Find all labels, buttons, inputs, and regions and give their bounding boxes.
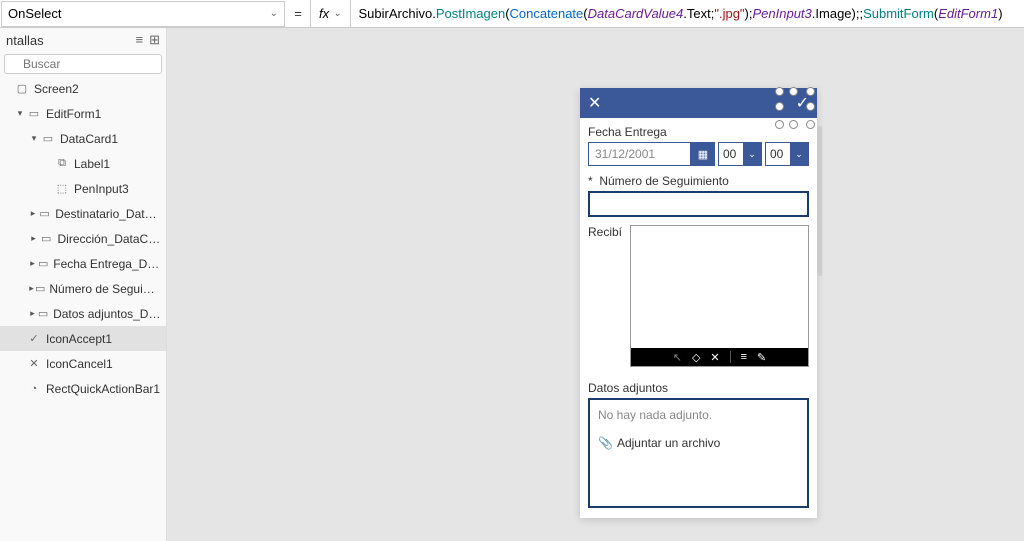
- pen-input[interactable]: ↖ ◇ ✕ ≡ ✎: [630, 225, 809, 367]
- pen-lines-icon[interactable]: ≡: [741, 351, 747, 363]
- tree-node-icon: ▭: [37, 306, 49, 322]
- property-dropdown[interactable]: OnSelect ⌄: [1, 1, 285, 27]
- tree-node-icon: ⧉: [54, 156, 70, 172]
- numseg-input[interactable]: [588, 191, 809, 217]
- tree-item[interactable]: ▸▭ Número de Seguimiento_DataCard1: [0, 276, 166, 301]
- minute-value: 00: [766, 143, 790, 165]
- tree-node-label: Label1: [74, 157, 110, 171]
- hour-select[interactable]: 00 ⌄: [718, 142, 762, 166]
- tree-item[interactable]: ▾▭ DataCard1: [0, 126, 166, 151]
- tree-node-icon: ▭: [35, 281, 45, 297]
- canvas[interactable]: ✕ ✓ Fecha Entrega 31/12/2001 ▦ 00 ⌄: [167, 28, 1024, 541]
- tree-item[interactable]: ▸▭ Dirección_DataCard1: [0, 226, 166, 251]
- panel-title: ntallas: [6, 33, 44, 48]
- tree-node-label: RectQuickActionBar1: [46, 382, 160, 396]
- pen-eraser-icon[interactable]: ◇: [692, 351, 700, 364]
- tree-node-label: Datos adjuntos_DataCard1: [53, 307, 162, 321]
- tree-node-label: Dirección_DataCard1: [58, 232, 163, 246]
- hour-value: 00: [719, 143, 743, 165]
- date-value: 31/12/2001: [588, 142, 691, 166]
- chevron-down-icon: ⌄: [743, 143, 761, 165]
- pen-cursor-icon[interactable]: ↖: [673, 351, 682, 364]
- tree-panel: ntallas ≡ ⊞ ⌕ ▢Screen2▾▭EditForm1▾▭DataC…: [0, 28, 167, 541]
- recibi-row: Recibí ↖ ◇ ✕ ≡ ✎: [588, 225, 809, 367]
- tree-node-label: Screen2: [34, 82, 79, 96]
- selection-handles[interactable]: [775, 87, 815, 129]
- tree-item[interactable]: ◔ RectQuickActionBar1: [0, 376, 166, 401]
- tree-node-icon: ▭: [39, 231, 54, 247]
- grid-view-icon[interactable]: ⊞: [149, 32, 160, 48]
- attach-link-label: Adjuntar un archivo: [617, 436, 720, 450]
- form-header: ✕ ✓: [580, 88, 817, 118]
- tree-node-icon: ▭: [26, 106, 42, 122]
- fx-button[interactable]: fx ⌄: [310, 0, 351, 27]
- calendar-icon[interactable]: ▦: [691, 142, 715, 166]
- chevron-down-icon: ⌄: [270, 8, 278, 19]
- tree-item[interactable]: ▸▭ Datos adjuntos_DataCard1: [0, 301, 166, 326]
- tree-node-label: Fecha Entrega_DataCard1: [53, 257, 162, 271]
- attachments-box[interactable]: No hay nada adjunto. 📎 Adjuntar un archi…: [588, 398, 809, 508]
- chevron-down-icon: ⌄: [333, 8, 341, 19]
- formula-input[interactable]: SubirArchivo.PostImagen(Concatenate(Data…: [351, 6, 1024, 22]
- attachments-empty: No hay nada adjunto.: [598, 408, 799, 422]
- tree-toggle[interactable]: ▸: [28, 308, 37, 319]
- tree-node-label: IconAccept1: [46, 332, 112, 346]
- pen-draw-icon[interactable]: ✎: [757, 351, 766, 364]
- search-input[interactable]: [4, 54, 162, 74]
- datos-label: Datos adjuntos: [588, 381, 809, 395]
- form-body: Fecha Entrega 31/12/2001 ▦ 00 ⌄ 00 ⌄ * N…: [580, 118, 817, 518]
- paperclip-icon: 📎: [598, 436, 613, 450]
- list-view-icon[interactable]: ≡: [136, 32, 144, 48]
- property-dropdown-value: OnSelect: [8, 6, 61, 21]
- tree-item[interactable]: ⬚ PenInput3: [0, 176, 166, 201]
- tree-item[interactable]: ✕ IconCancel1: [0, 351, 166, 376]
- tree-toggle[interactable]: ▸: [28, 233, 39, 244]
- tree-node-icon: ▭: [37, 256, 49, 272]
- tree-node-label: PenInput3: [74, 182, 129, 196]
- tree-node-label: DataCard1: [60, 132, 118, 146]
- tree-node-label: Número de Seguimiento_DataCard1: [49, 282, 162, 296]
- close-icon[interactable]: ✕: [588, 93, 601, 113]
- attach-file-link[interactable]: 📎 Adjuntar un archivo: [598, 436, 799, 450]
- tree-item[interactable]: ▸▭ Destinatario_DataCard1: [0, 201, 166, 226]
- formula-bar: OnSelect ⌄ = fx ⌄ SubirArchivo.PostImage…: [0, 0, 1024, 28]
- tree-node-icon: ⬚: [54, 181, 70, 197]
- tree-item[interactable]: ▢ Screen2: [0, 76, 166, 101]
- tree-item[interactable]: ▸▭ Fecha Entrega_DataCard1: [0, 251, 166, 276]
- equals-sign: =: [286, 6, 310, 21]
- chevron-down-icon: ⌄: [790, 143, 808, 165]
- accept-icon[interactable]: ✓: [796, 93, 809, 113]
- scrollbar[interactable]: [817, 126, 822, 276]
- minute-select[interactable]: 00 ⌄: [765, 142, 809, 166]
- fx-label: fx: [319, 6, 329, 21]
- tree-node-label: Destinatario_DataCard1: [55, 207, 162, 221]
- tree-node-icon: ▭: [40, 131, 56, 147]
- tree-toggle[interactable]: ▾: [14, 108, 26, 119]
- pen-clear-icon[interactable]: ✕: [710, 351, 719, 364]
- date-input[interactable]: 31/12/2001 ▦: [588, 142, 715, 166]
- tree-view: ▢Screen2▾▭EditForm1▾▭DataCard1⧉Label1⬚Pe…: [0, 76, 166, 401]
- date-row: 31/12/2001 ▦ 00 ⌄ 00 ⌄: [588, 142, 809, 166]
- tree-node-icon: ✕: [26, 356, 42, 372]
- tree-toggle[interactable]: ▸: [28, 208, 38, 219]
- tree-toggle[interactable]: ▸: [28, 283, 35, 294]
- tree-toggle[interactable]: ▸: [28, 258, 37, 269]
- pen-toolbar: ↖ ◇ ✕ ≡ ✎: [631, 348, 808, 366]
- tree-node-label: IconCancel1: [46, 357, 113, 371]
- numseg-label: * Número de Seguimiento: [588, 174, 809, 188]
- tree-node-icon: ▭: [38, 206, 51, 222]
- tree-node-label: EditForm1: [46, 107, 101, 121]
- tree-item[interactable]: ▾▭ EditForm1: [0, 101, 166, 126]
- tree-item[interactable]: ⧉ Label1: [0, 151, 166, 176]
- tree-node-icon: ✓: [26, 331, 42, 347]
- panel-header: ntallas ≡ ⊞: [0, 28, 166, 52]
- recibi-label: Recibí: [588, 225, 624, 367]
- form-preview: ✕ ✓ Fecha Entrega 31/12/2001 ▦ 00 ⌄: [580, 88, 817, 518]
- tree-item[interactable]: ✓ IconAccept1: [0, 326, 166, 351]
- tree-node-icon: ◔: [26, 381, 42, 397]
- tree-node-icon: ▢: [14, 81, 30, 97]
- tree-toggle[interactable]: ▾: [28, 133, 40, 144]
- search-wrap: ⌕: [4, 54, 162, 74]
